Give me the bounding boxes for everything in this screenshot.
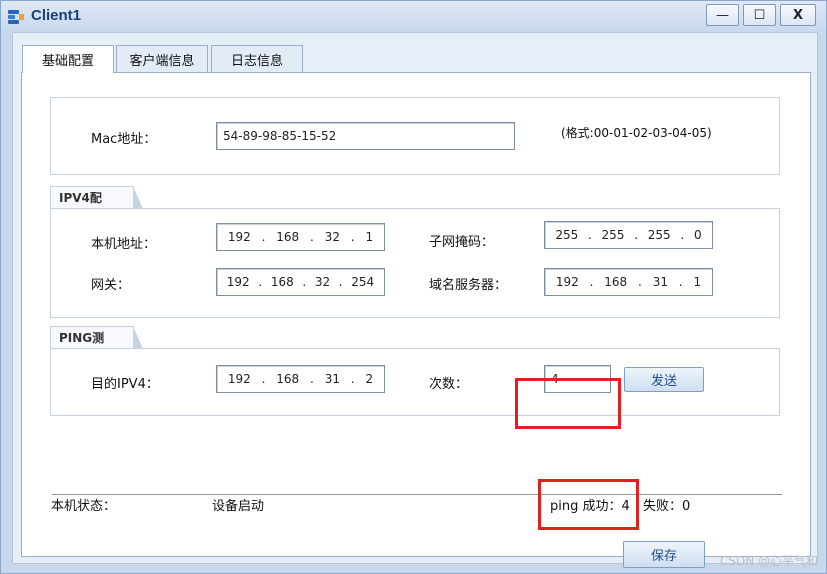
- save-button[interactable]: 保存: [623, 541, 705, 568]
- minimize-button[interactable]: —: [706, 4, 739, 26]
- ipv4-group: 本机地址： 192. 168. 32. 1 子网掩码： 255. 255. 25…: [50, 208, 780, 318]
- maximize-button[interactable]: ☐: [743, 4, 776, 26]
- octet: 168: [276, 372, 300, 386]
- window-title: Client1: [31, 7, 82, 24]
- status-value: 设备启动: [212, 499, 265, 514]
- octet: 31: [324, 372, 340, 386]
- mac-label: Mac地址：: [91, 132, 157, 147]
- tab-client-info[interactable]: 客户端信息: [116, 45, 208, 72]
- mac-format-hint: (格式:00-01-02-03-04-05): [561, 126, 712, 140]
- octet: 168: [604, 275, 628, 289]
- octet: 255: [601, 228, 625, 242]
- octet: 2: [365, 372, 374, 386]
- ping-fail-count: 失败：0: [643, 499, 691, 514]
- watermark: CSDN @心平气和: [719, 554, 818, 568]
- client-window: Client1 — ☐ X 基础配置 客户端信息 日志信息 Mac地址： 54-…: [0, 0, 827, 574]
- gateway-input[interactable]: 192. 168. 32. 254: [216, 268, 385, 296]
- basic-config-panel: Mac地址： 54-89-98-85-15-52 (格式:00-01-02-03…: [21, 72, 811, 568]
- ipv4-legend: IPV4配置: [50, 186, 143, 227]
- count-highlight-box: [515, 378, 621, 429]
- app-icon: [8, 10, 24, 24]
- octet: 255: [647, 228, 671, 242]
- octet: 168: [276, 230, 300, 244]
- ping-group: 目的IPV4： 192. 168. 31. 2 次数： 4 发送: [50, 348, 780, 416]
- octet: 192: [226, 275, 250, 289]
- host-address-label: 本机地址：: [91, 237, 157, 252]
- host-address-input[interactable]: 192. 168. 32. 1: [216, 223, 385, 251]
- octet: 255: [555, 228, 579, 242]
- octet: 192: [555, 275, 579, 289]
- octet: 31: [652, 275, 668, 289]
- dest-ipv4-input[interactable]: 192. 168. 31. 2: [216, 365, 385, 393]
- octet: 254: [351, 275, 375, 289]
- title-bar[interactable]: Client1 — ☐ X: [1, 1, 826, 31]
- dest-ipv4-label: 目的IPV4：: [91, 377, 159, 392]
- mac-input[interactable]: 54-89-98-85-15-52: [216, 122, 515, 150]
- tab-basic-config[interactable]: 基础配置: [22, 45, 114, 73]
- octet: 0: [693, 228, 702, 242]
- octet: 1: [365, 230, 374, 244]
- success-highlight-box: [538, 479, 639, 530]
- subnet-mask-input[interactable]: 255. 255. 255. 0: [544, 221, 713, 249]
- octet: 168: [270, 275, 294, 289]
- dns-label: 域名服务器：: [429, 278, 508, 293]
- octet: 192: [227, 372, 251, 386]
- close-button[interactable]: X: [780, 4, 816, 26]
- status-label: 本机状态：: [51, 499, 117, 514]
- tab-log-info[interactable]: 日志信息: [211, 45, 303, 72]
- gateway-label: 网关：: [91, 278, 131, 293]
- ping-legend: PING测试: [50, 326, 143, 367]
- mac-group: Mac地址： 54-89-98-85-15-52 (格式:00-01-02-03…: [50, 97, 780, 175]
- octet: 32: [314, 275, 331, 289]
- send-button[interactable]: 发送: [624, 367, 704, 392]
- window-content: 基础配置 客户端信息 日志信息 Mac地址： 54-89-98-85-15-52…: [12, 32, 818, 568]
- octet: 192: [227, 230, 251, 244]
- octet: 32: [324, 230, 340, 244]
- subnet-mask-label: 子网掩码：: [429, 235, 495, 250]
- dns-input[interactable]: 192. 168. 31. 1: [544, 268, 713, 296]
- count-label: 次数：: [429, 377, 469, 392]
- octet: 1: [693, 275, 702, 289]
